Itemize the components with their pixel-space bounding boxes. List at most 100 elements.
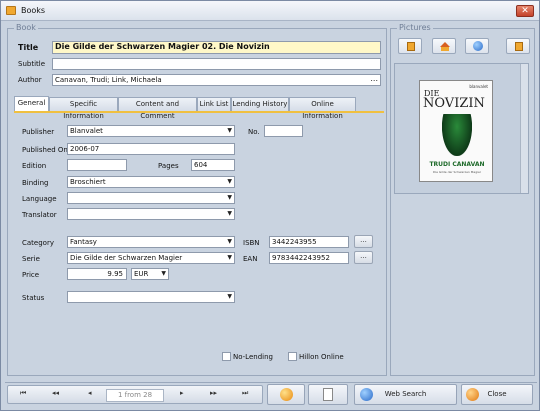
- first-record-button[interactable]: ⏮: [20, 389, 26, 398]
- close-button[interactable]: Close: [461, 384, 533, 405]
- last-record-button[interactable]: ⏭: [242, 389, 248, 398]
- category-select[interactable]: Fantasy ▼: [67, 236, 235, 248]
- isbn-field[interactable]: 3442243955: [269, 236, 349, 248]
- save-record-button[interactable]: [267, 384, 305, 405]
- globe-icon: [473, 41, 483, 51]
- record-counter: 1 from 28: [106, 389, 164, 402]
- document-icon: [323, 388, 333, 401]
- publisher-select[interactable]: Blanvalet ▼: [67, 125, 235, 137]
- subtitle-label: Subtitle: [18, 60, 46, 68]
- book-icon: [6, 6, 16, 15]
- category-value: Fantasy: [70, 238, 97, 246]
- no-lending-checkbox[interactable]: [222, 352, 231, 361]
- language-select[interactable]: ▼: [67, 192, 235, 204]
- category-label: Category: [22, 239, 54, 247]
- binding-label: Binding: [22, 179, 49, 187]
- next-record-button[interactable]: ▸: [180, 389, 184, 397]
- hillon-online-label: Hillon Online: [299, 353, 344, 361]
- edition-field[interactable]: [67, 159, 127, 171]
- tab-lending-history[interactable]: Lending History: [231, 97, 289, 111]
- author-browse-button[interactable]: ...: [370, 75, 378, 84]
- ean-field[interactable]: 9783442243952: [269, 252, 349, 264]
- cover-subtitle: Die Gilde der Schwarzen Magier: [432, 170, 482, 174]
- cover-picture-area: blanvalet DIE NOVIZIN TRUDI CANAVAN Die …: [394, 63, 529, 194]
- published-on-field[interactable]: 2006-07: [67, 143, 235, 155]
- book-group-label: Book: [14, 23, 38, 32]
- chevron-down-icon: ▼: [227, 178, 232, 185]
- price-field[interactable]: 9.95: [67, 268, 127, 280]
- previous-record-button[interactable]: ◂: [88, 389, 92, 397]
- isbn-lookup-button[interactable]: ...: [354, 235, 373, 248]
- books-window: Books ✕ Book Title Die Gilde der Schwarz…: [0, 0, 540, 411]
- book-cover-image: blanvalet DIE NOVIZIN TRUDI CANAVAN Die …: [419, 80, 493, 182]
- status-select[interactable]: ▼: [67, 291, 235, 303]
- binding-value: Broschiert: [70, 178, 106, 186]
- publisher-label: Publisher: [22, 128, 55, 136]
- cover-title: NOVIZIN: [423, 96, 485, 111]
- web-search-label: Web Search: [384, 390, 427, 398]
- new-record-button[interactable]: [308, 384, 348, 405]
- edition-label: Edition: [22, 162, 47, 170]
- chevron-down-icon: ▼: [227, 210, 232, 217]
- tab-online-information[interactable]: Online Information: [289, 97, 356, 120]
- book-icon: [515, 42, 523, 51]
- previous-page-button[interactable]: ◂◂: [52, 389, 59, 397]
- isbn-label: ISBN: [243, 239, 260, 247]
- no-field[interactable]: [264, 125, 303, 137]
- currency-value: EUR: [134, 270, 149, 278]
- pictures-group-label: Pictures: [397, 23, 433, 32]
- cover-author: TRUDI CANAVAN: [429, 161, 485, 168]
- serie-select[interactable]: Die Gilde der Schwarzen Magier ▼: [67, 252, 235, 264]
- no-lending-label: No-Lending: [233, 353, 273, 361]
- home-icon-base: [441, 47, 449, 51]
- load-picture-button[interactable]: [398, 38, 422, 54]
- no-label: No.: [248, 128, 260, 136]
- title-label: Title: [18, 43, 39, 52]
- language-label: Language: [22, 195, 57, 203]
- tab-general[interactable]: General: [14, 96, 49, 111]
- save-picture-button[interactable]: [506, 38, 530, 54]
- binding-select[interactable]: Broschiert ▼: [67, 176, 235, 188]
- author-field[interactable]: Canavan, Trudi; Link, Michaela ...: [52, 74, 381, 86]
- chevron-down-icon: ▼: [227, 238, 232, 245]
- price-label: Price: [22, 271, 40, 279]
- folder-icon: [407, 42, 415, 51]
- close-label: Close: [487, 390, 507, 398]
- next-page-button[interactable]: ▸▸: [210, 389, 217, 397]
- author-label: Author: [18, 76, 42, 84]
- chevron-down-icon: ▼: [227, 194, 232, 201]
- ean-lookup-button[interactable]: ...: [354, 251, 373, 264]
- publisher-value: Blanvalet: [70, 127, 103, 135]
- record-navigator: ⏮ ◂◂ ◂ 1 from 28 ▸ ▸▸ ⏭: [7, 385, 263, 404]
- currency-select[interactable]: EUR ▼: [131, 268, 169, 280]
- tab-specific-information[interactable]: Specific Information: [49, 97, 118, 120]
- chevron-down-icon: ▼: [227, 127, 232, 134]
- cover-figure: [442, 114, 472, 156]
- pages-label: Pages: [158, 162, 179, 170]
- tab-content-and-comment[interactable]: Content and Comment: [118, 97, 197, 120]
- title-field[interactable]: Die Gilde der Schwarzen Magier 02. Die N…: [52, 41, 381, 54]
- web-search-button[interactable]: Web Search: [354, 384, 457, 405]
- published-on-label: Published On: [22, 146, 68, 154]
- translator-select[interactable]: ▼: [67, 208, 235, 220]
- web-picture-button[interactable]: [465, 38, 489, 54]
- author-value: Canavan, Trudi; Link, Michaela: [55, 76, 162, 84]
- hillon-online-checkbox[interactable]: [288, 352, 297, 361]
- home-picture-button[interactable]: [432, 38, 456, 54]
- subtitle-field[interactable]: [52, 58, 381, 70]
- status-label: Status: [22, 294, 45, 302]
- chevron-down-icon: ▼: [161, 270, 166, 277]
- serie-label: Serie: [22, 255, 40, 263]
- pages-field[interactable]: 604: [191, 159, 235, 171]
- tab-link-list[interactable]: Link List: [197, 97, 231, 111]
- chevron-down-icon: ▼: [227, 293, 232, 300]
- save-icon: [280, 388, 293, 401]
- ean-label: EAN: [243, 255, 258, 263]
- picture-scrollbar[interactable]: [520, 64, 528, 193]
- window-close-button[interactable]: ✕: [516, 5, 534, 17]
- serie-value: Die Gilde der Schwarzen Magier: [70, 254, 183, 262]
- chevron-down-icon: ▼: [227, 254, 232, 261]
- cover-publisher: blanvalet: [469, 84, 488, 89]
- window-title: Books: [21, 6, 46, 15]
- translator-label: Translator: [22, 211, 57, 219]
